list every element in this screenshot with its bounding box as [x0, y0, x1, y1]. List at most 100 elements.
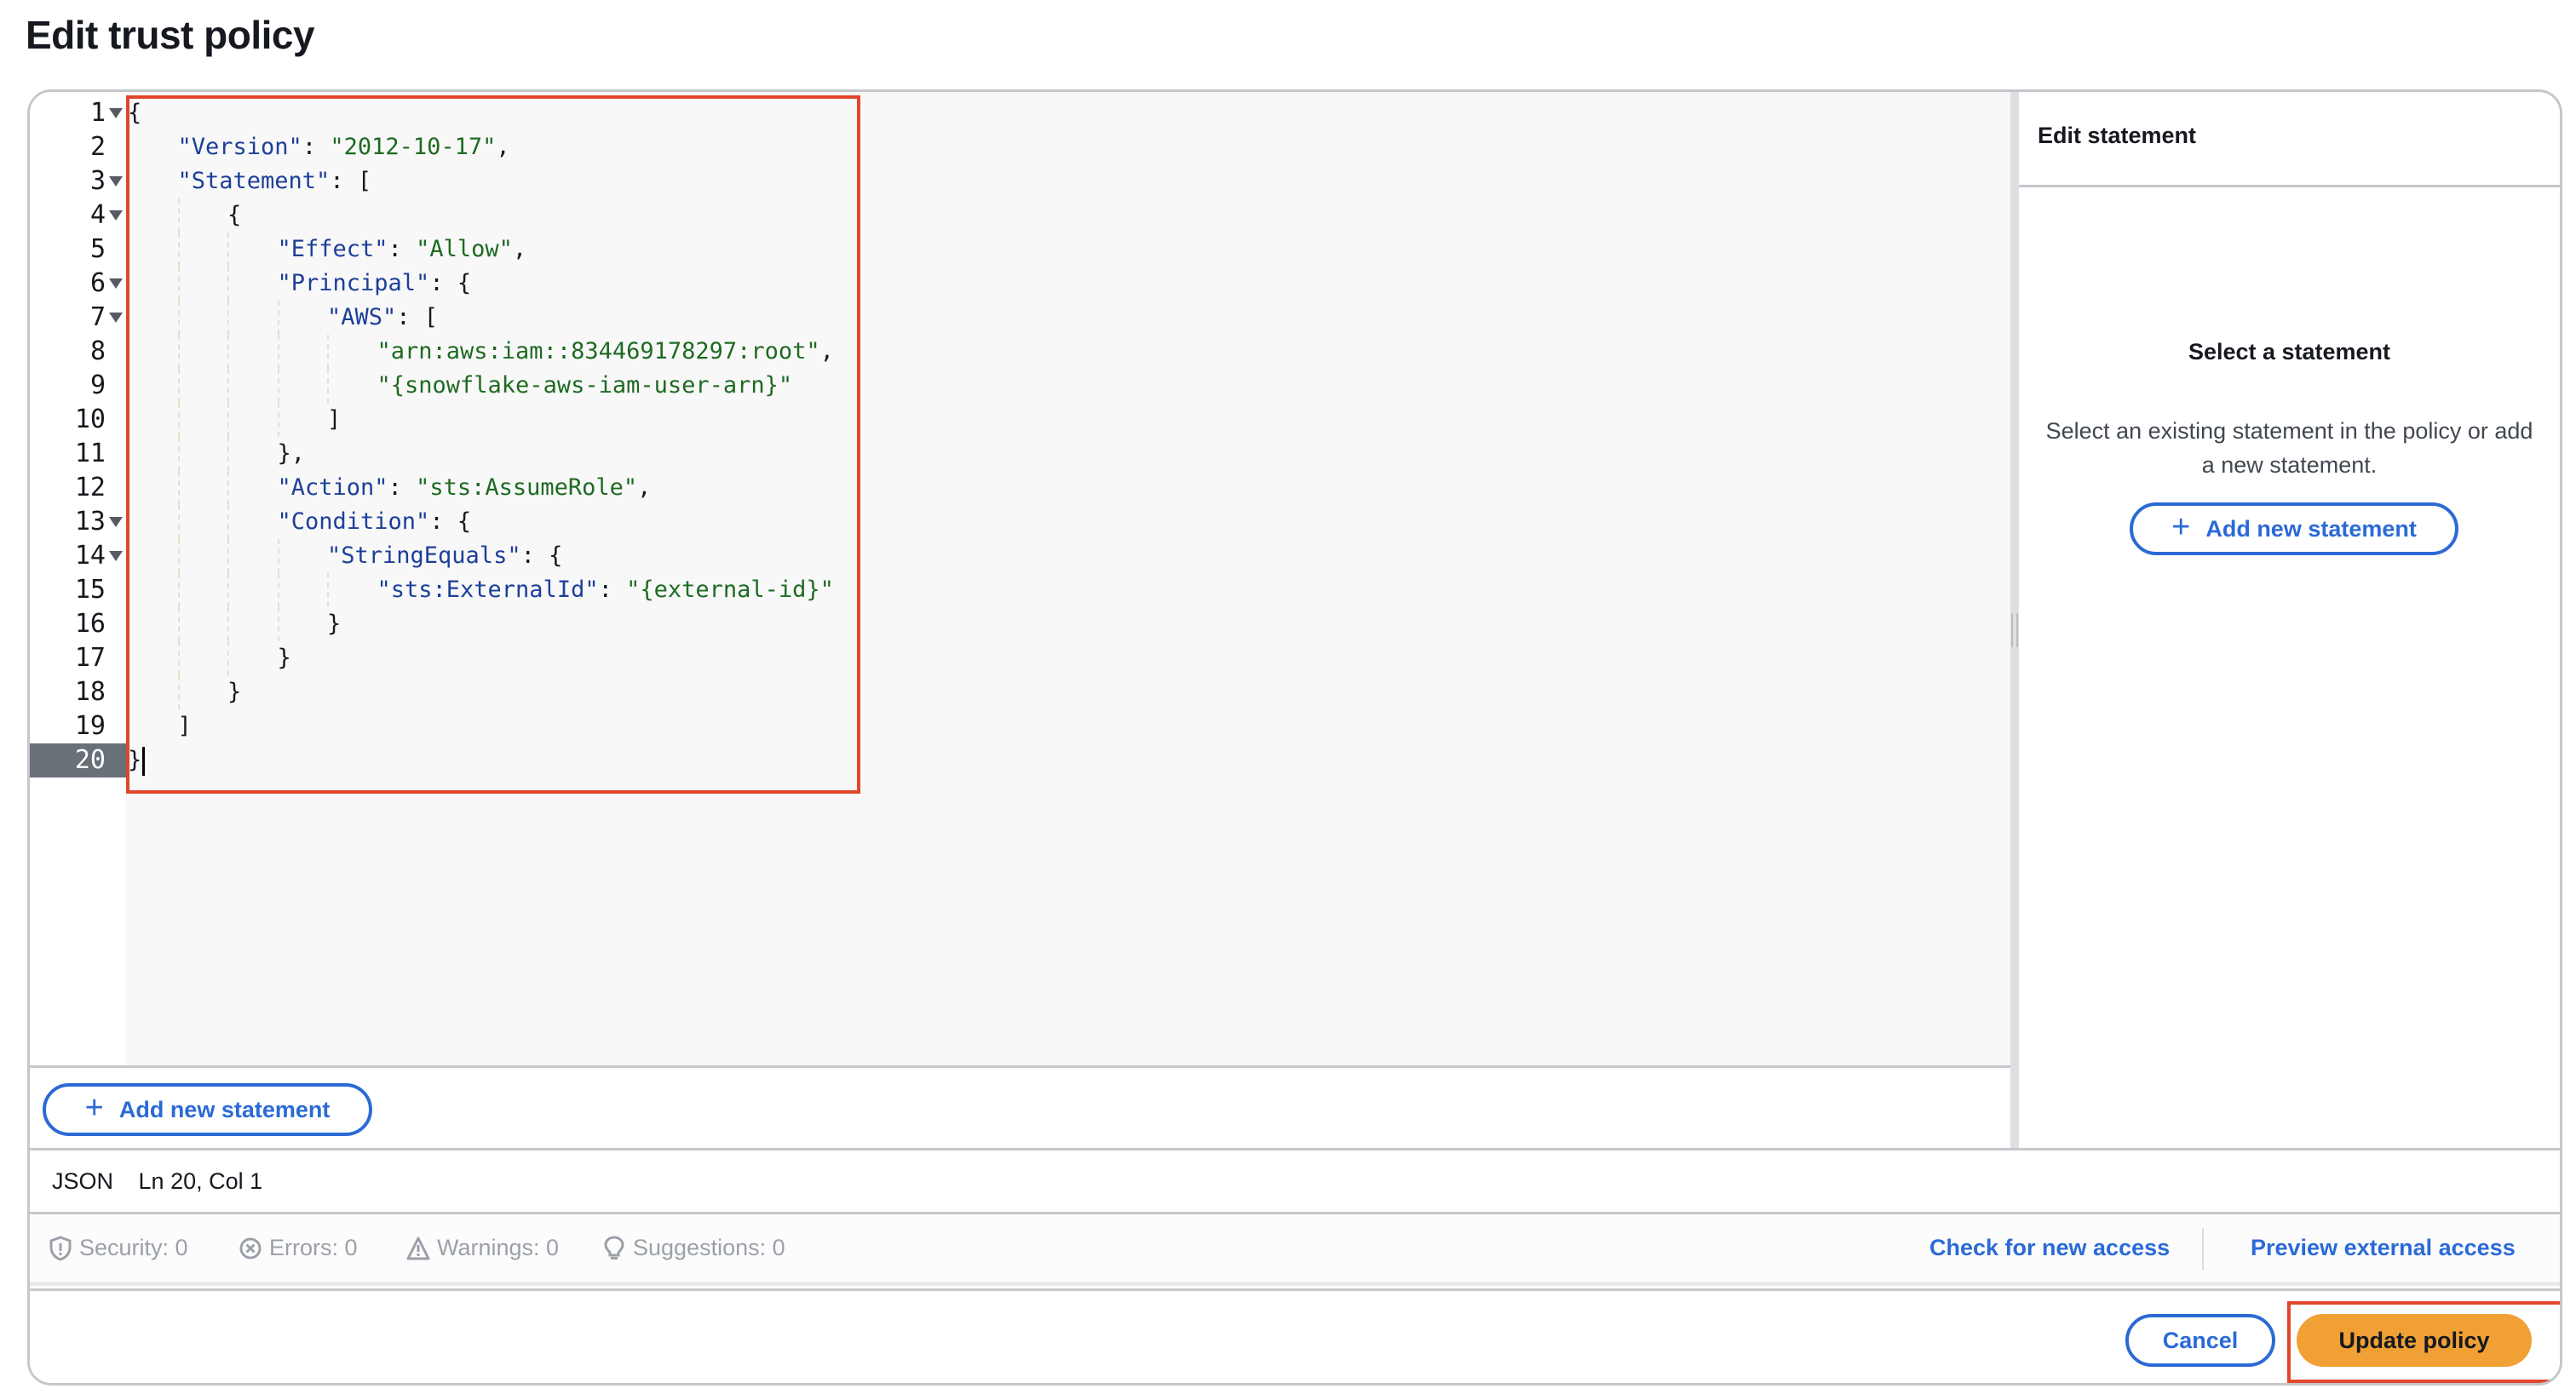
indent-guide: [227, 471, 229, 505]
line-number-text: 7: [89, 302, 106, 332]
json-punctuation: {: [227, 202, 242, 228]
json-punctuation: }: [327, 611, 342, 637]
line-number-text: 5: [89, 234, 106, 264]
fold-toggle-icon[interactable]: [109, 108, 123, 118]
indent-guide: [177, 267, 180, 301]
side-add-statement-button[interactable]: + Add new statement: [2130, 502, 2458, 555]
language-mode: JSON: [52, 1168, 114, 1194]
error-circle-icon: [239, 1237, 262, 1259]
side-panel-header: Edit statement: [2019, 92, 2560, 187]
indent-guide: [327, 335, 329, 369]
indent-guide: [277, 573, 279, 607]
suggestions-count[interactable]: Suggestions: 0: [602, 1235, 785, 1261]
code-line: },: [278, 437, 306, 471]
indent-guide: [177, 607, 180, 641]
line-number: 3: [30, 164, 126, 198]
line-number: 19: [30, 709, 126, 743]
code-line: }: [128, 743, 146, 777]
security-count-label: Security: 0: [79, 1235, 188, 1260]
line-number: 14: [30, 539, 126, 573]
line-number-text: 16: [74, 609, 106, 639]
json-punctuation: ,: [512, 236, 527, 262]
line-number: 9: [30, 369, 126, 403]
line-number-text: 12: [74, 473, 106, 502]
json-punctuation: : [: [330, 168, 372, 194]
code-line: "Principal": {: [278, 267, 472, 301]
line-number: 16: [30, 607, 126, 641]
line-number: 4: [30, 198, 126, 232]
add-statement-button[interactable]: + Add new statement: [43, 1083, 372, 1136]
json-punctuation: }: [277, 645, 291, 671]
json-editor[interactable]: 1 2 3 4 5 6 7 8 9 10 11 12 13 14 15 16 17 18 19 20 {"Versio…: [30, 92, 2010, 1065]
code-line: ]: [178, 709, 192, 743]
fold-toggle-icon[interactable]: [109, 517, 123, 527]
code-line: {: [128, 96, 141, 130]
errors-count[interactable]: Errors: 0: [239, 1235, 358, 1261]
json-key: "Effect": [277, 236, 388, 262]
empty-state-title: Select a statement: [2188, 339, 2391, 364]
warnings-count[interactable]: Warnings: 0: [406, 1235, 559, 1261]
json-punctuation: : [: [396, 304, 439, 330]
line-number-text: 6: [89, 268, 106, 298]
policy-editor-frame: 1 2 3 4 5 6 7 8 9 10 11 12 13 14 15 16 17 18 19 20 {"Versio…: [27, 89, 2562, 1386]
code-line: }: [227, 675, 241, 709]
add-statement-label: Add new statement: [118, 1096, 331, 1122]
json-key: "AWS": [327, 304, 397, 330]
preview-external-access-link[interactable]: Preview external access: [2251, 1235, 2516, 1261]
json-string: "Allow": [416, 236, 513, 262]
cancel-label: Cancel: [2162, 1327, 2239, 1353]
fold-toggle-icon[interactable]: [109, 210, 123, 221]
fold-toggle-icon[interactable]: [109, 551, 123, 561]
line-number: 18: [30, 675, 126, 709]
indent-guide: [177, 505, 180, 539]
update-policy-button[interactable]: Update policy: [2297, 1314, 2532, 1367]
json-punctuation: ]: [177, 713, 192, 739]
indent-guide: [277, 369, 279, 403]
fold-toggle-icon[interactable]: [109, 176, 123, 186]
line-number-text: 1: [89, 98, 106, 128]
plus-icon: +: [84, 1090, 104, 1126]
line-number: 2: [30, 130, 126, 164]
json-punctuation: ,: [496, 134, 510, 160]
plus-icon: +: [2171, 509, 2191, 545]
fold-toggle-icon[interactable]: [109, 278, 123, 289]
code-line: }: [327, 607, 341, 641]
cancel-button[interactable]: Cancel: [2125, 1314, 2275, 1367]
shield-icon: [49, 1235, 72, 1261]
code-line: "Action": "sts:AssumeRole",: [278, 471, 652, 505]
code-area[interactable]: {"Version": "2012-10-17", "Statement": [{…: [126, 92, 2010, 1065]
line-number: 10: [30, 403, 126, 437]
line-number-text: 17: [74, 643, 106, 673]
indent-guide: [227, 232, 229, 267]
json-punctuation: :: [598, 577, 627, 603]
line-number: 6: [30, 267, 126, 301]
lightbulb-icon: [604, 1235, 624, 1259]
fold-toggle-icon[interactable]: [109, 313, 123, 323]
side-add-statement-label: Add new statement: [2205, 515, 2417, 542]
code-line: "sts:ExternalId": "{external-id}": [377, 573, 834, 607]
indent-guide: [177, 301, 180, 335]
text-cursor: [142, 746, 146, 776]
indent-guide: [177, 403, 180, 437]
json-punctuation: : {: [429, 508, 472, 535]
json-punctuation: },: [277, 440, 306, 467]
indent-guide: [277, 607, 279, 641]
line-number-text: 15: [74, 575, 106, 605]
json-punctuation: :: [302, 134, 331, 160]
json-key: "Action": [277, 474, 388, 501]
json-key: "Statement": [177, 168, 331, 194]
indent-guide: [277, 335, 279, 369]
code-line: "{snowflake-aws-iam-user-arn}": [377, 369, 793, 403]
line-number-text: 3: [89, 166, 106, 196]
line-number-text: 14: [74, 541, 106, 571]
check-new-access-link[interactable]: Check for new access: [1929, 1235, 2170, 1261]
code-line: "AWS": [: [327, 301, 438, 335]
security-count[interactable]: Security: 0: [49, 1235, 188, 1261]
indent-guide: [227, 607, 229, 641]
indent-guide: [327, 369, 329, 403]
warning-triangle-icon: [406, 1236, 430, 1259]
line-number-gutter: 1 2 3 4 5 6 7 8 9 10 11 12 13 14 15 16 17 18 19 20: [30, 92, 126, 1065]
json-punctuation: }: [227, 679, 242, 705]
panel-resize-handle[interactable]: [2010, 92, 2019, 1148]
indent-guide: [227, 539, 229, 573]
